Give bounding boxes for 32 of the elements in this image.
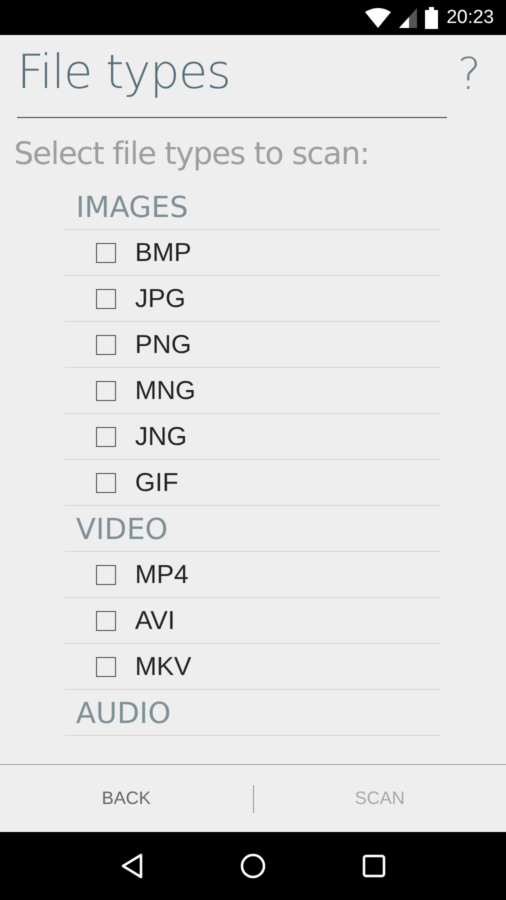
status-time: 20:23 [446,6,494,28]
section-header: VIDEO [76,512,168,546]
signal-icon [399,8,418,28]
checkbox[interactable] [96,656,116,676]
file-type-label: PNG [135,329,192,360]
file-type-label: MNG [135,375,196,406]
file-type-label: JPG [135,283,186,314]
checkbox[interactable] [96,426,116,446]
checkbox[interactable] [96,610,116,630]
footer-button[interactable]: BACK [0,765,252,832]
checkbox[interactable] [96,472,116,492]
section-header: IMAGES [76,190,188,224]
wifi-icon [365,8,392,28]
file-type-label: AVI [135,605,175,636]
checkbox[interactable] [96,380,116,400]
file-type-label: BMP [135,237,192,268]
help-button[interactable]: ? [458,49,481,100]
file-type-label: GIF [135,467,178,498]
back-triangle-icon[interactable] [120,853,144,879]
battery-icon [425,6,438,28]
checkbox[interactable] [96,242,116,262]
recents-square-icon[interactable] [362,854,386,878]
checkbox[interactable] [96,288,116,308]
prompt-text: Select file types to scan: [14,136,370,174]
page-title: File types [17,45,230,100]
file-type-label: JNG [135,421,187,452]
file-type-label: MP4 [135,559,188,590]
checkbox[interactable] [96,564,116,584]
home-circle-icon[interactable] [240,853,266,879]
file-type-label: MKV [135,651,192,682]
checkbox[interactable] [96,334,116,354]
section-header: AUDIO [76,696,171,730]
